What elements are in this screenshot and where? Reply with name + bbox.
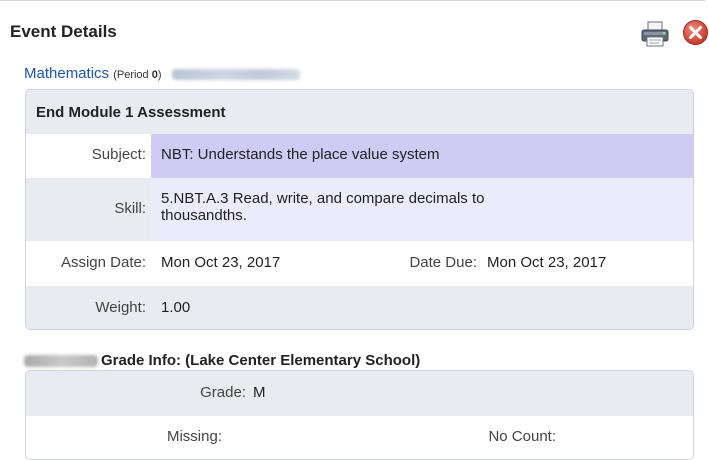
subject-label: Subject: (91, 146, 146, 163)
missing-label: Missing: (166, 428, 222, 445)
period-info: (Period 0) (113, 69, 162, 81)
no-count-label: No Count: (488, 428, 556, 445)
dialog-header: Event Details (0, 1, 709, 56)
grade-label: Grade: (200, 384, 246, 401)
class-period-line: Mathematics (Period 0) (24, 65, 300, 85)
date-due-value: Mon Oct 23, 2017 (487, 254, 607, 271)
printer-icon[interactable] (640, 21, 670, 47)
subject-value: NBT: Understands the place value system (161, 146, 440, 163)
assign-date-value: Mon Oct 23, 2017 (161, 254, 281, 271)
class-link-mathematics[interactable]: Mathematics (24, 65, 109, 82)
redacted-teacher-name (171, 68, 300, 80)
dialog-title: Event Details (10, 22, 117, 41)
assign-date-label: Assign Date: (60, 254, 146, 271)
date-due-label: Date Due: (409, 254, 477, 271)
weight-value: 1.00 (161, 299, 191, 316)
dates-row: Assign Date: Mon Oct 23, 2017 Date Due: … (26, 241, 693, 286)
event-details-card: End Module 1 Assessment Subject: NBT: Un… (25, 89, 694, 330)
skill-row: Skill: 5.NBT.A.3 Read, write, and compar… (26, 178, 693, 240)
weight-label: Weight: (95, 299, 146, 316)
weight-row: Weight: 1.00 (26, 286, 693, 329)
subject-value-cell: NBT: Understands the place value system (151, 134, 693, 178)
skill-value: 5.NBT.A.3 Read, write, and compare decim… (161, 190, 485, 224)
skill-label: Skill: (114, 200, 146, 217)
redacted-student-name (24, 355, 98, 368)
grade-info-card: Grade: M Missing: No Count: (25, 370, 694, 460)
skill-value-cell: 5.NBT.A.3 Read, write, and compare decim… (151, 178, 693, 240)
subject-row: Subject: NBT: Understands the place valu… (26, 134, 693, 178)
missing-nocount-row: Missing: No Count: (26, 416, 693, 459)
grade-info-header: Grade Info: (Lake Center Elementary Scho… (24, 352, 420, 372)
grade-value: M (253, 384, 266, 401)
close-icon[interactable] (682, 19, 709, 46)
event-title: End Module 1 Assessment (36, 104, 226, 121)
